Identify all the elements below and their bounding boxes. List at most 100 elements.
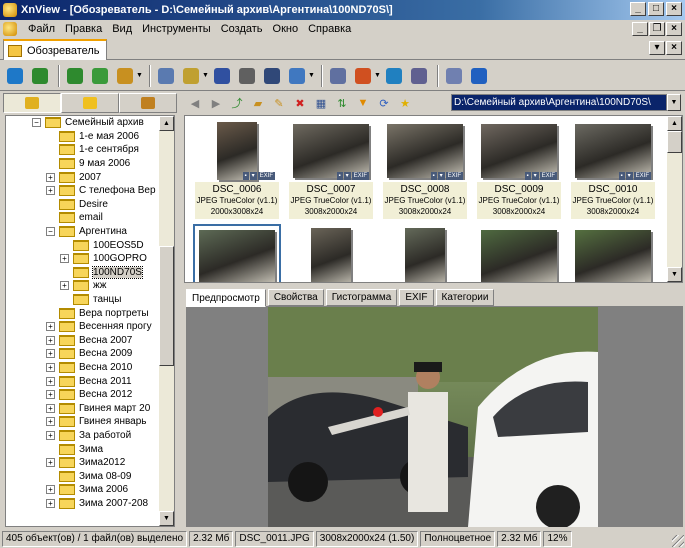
minimize-button[interactable]: _ [630, 2, 646, 16]
tree-expander[interactable]: + [46, 335, 55, 345]
mdi-minimize-button[interactable]: _ [632, 22, 648, 36]
scroll-up-button[interactable]: ▲ [159, 116, 174, 131]
tab-exif[interactable]: EXIF [399, 289, 434, 306]
tree-node[interactable]: Зима [46, 442, 103, 456]
tree-node[interactable]: + Зима 2006 [46, 483, 128, 497]
tab-list-button[interactable]: ▾ [649, 41, 665, 55]
tree-node[interactable]: + Зима 2007-208 [46, 497, 148, 511]
tree-node[interactable]: 9 мая 2006 [46, 157, 130, 171]
thumbnail-view[interactable]: ▪ ▾ EXIF DSC_0006 JPEG TrueColor (v1.1) 2000x… [184, 115, 683, 283]
contact-sheet-button[interactable] [408, 65, 430, 87]
thumbnail-item[interactable]: ▪ ▾ EXIF DSC_0007 JPEG TrueColor (v1.1) 3008x… [289, 120, 373, 219]
tree-node[interactable]: Desire [46, 198, 108, 212]
sort-icon[interactable]: ⇅ [333, 94, 351, 112]
rotate-right-button[interactable] [89, 65, 111, 87]
thumbnail-item[interactable] [571, 226, 655, 282]
tree-expander[interactable]: + [46, 417, 55, 427]
tree-node[interactable]: + Весна 2009 [46, 347, 132, 361]
app-icon[interactable] [3, 3, 17, 17]
tree-expander[interactable]: + [46, 403, 55, 413]
new-folder-icon[interactable]: ▰ [249, 94, 267, 112]
tree-node[interactable]: + жж [60, 279, 106, 293]
tree-node[interactable]: + За работой [46, 429, 131, 443]
tree-node[interactable]: 100ND70S [60, 265, 143, 280]
thumbnail-item[interactable] [477, 226, 561, 282]
menu-edit[interactable]: Правка [60, 20, 107, 38]
print-button[interactable] [236, 65, 258, 87]
tree-expander[interactable]: + [46, 390, 55, 400]
tree-expander[interactable]: + [46, 172, 55, 182]
path-dropdown-button[interactable]: ▼ [667, 94, 681, 111]
tree-node[interactable]: − Семейный архив [32, 116, 144, 130]
menu-file[interactable]: Файл [23, 20, 60, 38]
presentation-button[interactable] [352, 65, 374, 87]
menu-help[interactable]: Справка [303, 20, 356, 38]
tree-node[interactable]: + С телефона Вер [46, 184, 156, 198]
favorites-add-icon[interactable]: ★ [396, 94, 414, 112]
mdi-restore-button[interactable]: ❐ [649, 22, 665, 36]
capture-button[interactable] [327, 65, 349, 87]
path-combobox[interactable]: D:\Семейный архив\Аргентина\100ND70S\ [451, 94, 667, 111]
preview-pane[interactable] [186, 307, 683, 527]
tree-expander[interactable]: + [46, 458, 55, 468]
about-button[interactable] [468, 65, 490, 87]
menu-create[interactable]: Создать [216, 20, 268, 38]
delete-icon[interactable]: ✖ [291, 94, 309, 112]
dropdown-arrow-icon[interactable]: ▼ [202, 72, 209, 79]
tab-browser[interactable]: Обозреватель [3, 39, 107, 60]
left-tab-favorites[interactable] [61, 93, 119, 113]
tree-node[interactable]: +2007 [46, 170, 101, 184]
open-button[interactable] [155, 65, 177, 87]
filter-icon[interactable]: ▼ [354, 94, 372, 112]
settings-button[interactable] [443, 65, 465, 87]
menu-view[interactable]: Вид [107, 20, 137, 38]
scanner-button[interactable] [261, 65, 283, 87]
forward-icon[interactable]: ▶ [207, 94, 225, 112]
image-transform-button[interactable] [114, 65, 136, 87]
resize-grip[interactable] [672, 535, 684, 547]
tree-node[interactable]: email [46, 211, 103, 225]
title-bar[interactable]: XnView - [Обозреватель - D:\Семейный арх… [0, 0, 685, 20]
thumbnail-item[interactable]: ▪ ▾ EXIF DSC_0006 JPEG TrueColor (v1.1) 2000x… [195, 120, 279, 219]
tab-histogram[interactable]: Гистограмма [325, 289, 398, 306]
tab-preview[interactable]: Предпросмотр [186, 289, 266, 307]
web-page-button[interactable] [383, 65, 405, 87]
thumbnail-item[interactable]: ▪ ▾ EXIF DSC_0008 JPEG TrueColor (v1.1) 3008x… [383, 120, 467, 219]
tree-expander[interactable]: + [46, 485, 55, 495]
mdi-close-button[interactable]: × [666, 22, 682, 36]
view-mode-icon[interactable]: ▦ [312, 94, 330, 112]
thumbnail-scrollbar[interactable]: ▲ ▼ [667, 116, 682, 282]
tree-node[interactable]: 100EOS5D [60, 238, 144, 252]
fullscreen-button[interactable] [4, 65, 26, 87]
thumbnail-item[interactable] [193, 224, 281, 282]
thumbnail-scroll-thumb[interactable] [667, 131, 682, 153]
tree-node[interactable]: + Весна 2012 [46, 388, 132, 402]
tree-node[interactable]: + Весна 2010 [46, 361, 132, 375]
left-tab-categories[interactable] [119, 93, 177, 113]
fit-window-button[interactable] [29, 65, 51, 87]
tree-node[interactable]: + Весна 2011 [46, 374, 132, 388]
maximize-button[interactable]: □ [648, 2, 664, 16]
tree-node[interactable]: + Гвинея март 20 [46, 402, 150, 416]
dropdown-arrow-icon[interactable]: ▼ [136, 72, 143, 79]
tree-node[interactable]: Зима 08-09 [46, 470, 131, 484]
thumbnail-item[interactable]: ▪ ▾ EXIF DSC_0009 JPEG TrueColor (v1.1) 3008x… [477, 120, 561, 219]
menu-window[interactable]: Окно [268, 20, 304, 38]
left-tab-folders[interactable] [3, 93, 61, 113]
tree-node[interactable]: + Весна 2007 [46, 334, 132, 348]
dropdown-arrow-icon[interactable]: ▼ [308, 72, 315, 79]
back-icon[interactable]: ◀ [186, 94, 204, 112]
document-menu-icon[interactable] [3, 22, 17, 36]
rename-icon[interactable]: ✎ [270, 94, 288, 112]
tree-node[interactable]: 1-е мая 2006 [46, 130, 139, 144]
tree-expander[interactable]: + [46, 376, 55, 386]
tree-expander[interactable]: + [46, 322, 55, 332]
tree-scroll-thumb[interactable] [159, 246, 174, 366]
thumbnail-item[interactable] [289, 226, 373, 282]
tree-node[interactable]: танцы [60, 293, 121, 307]
folder-tree[interactable]: − Семейный архив 1-е мая 2006 1-е сентября 9… [5, 115, 175, 527]
thumbnail-item[interactable]: ▪ ▾ EXIF DSC_0010 JPEG TrueColor (v1.1) 3008x… [571, 120, 655, 219]
tree-expander[interactable]: − [32, 118, 41, 128]
tree-expander[interactable]: + [46, 499, 55, 509]
refresh-icon[interactable]: ⟳ [375, 94, 393, 112]
